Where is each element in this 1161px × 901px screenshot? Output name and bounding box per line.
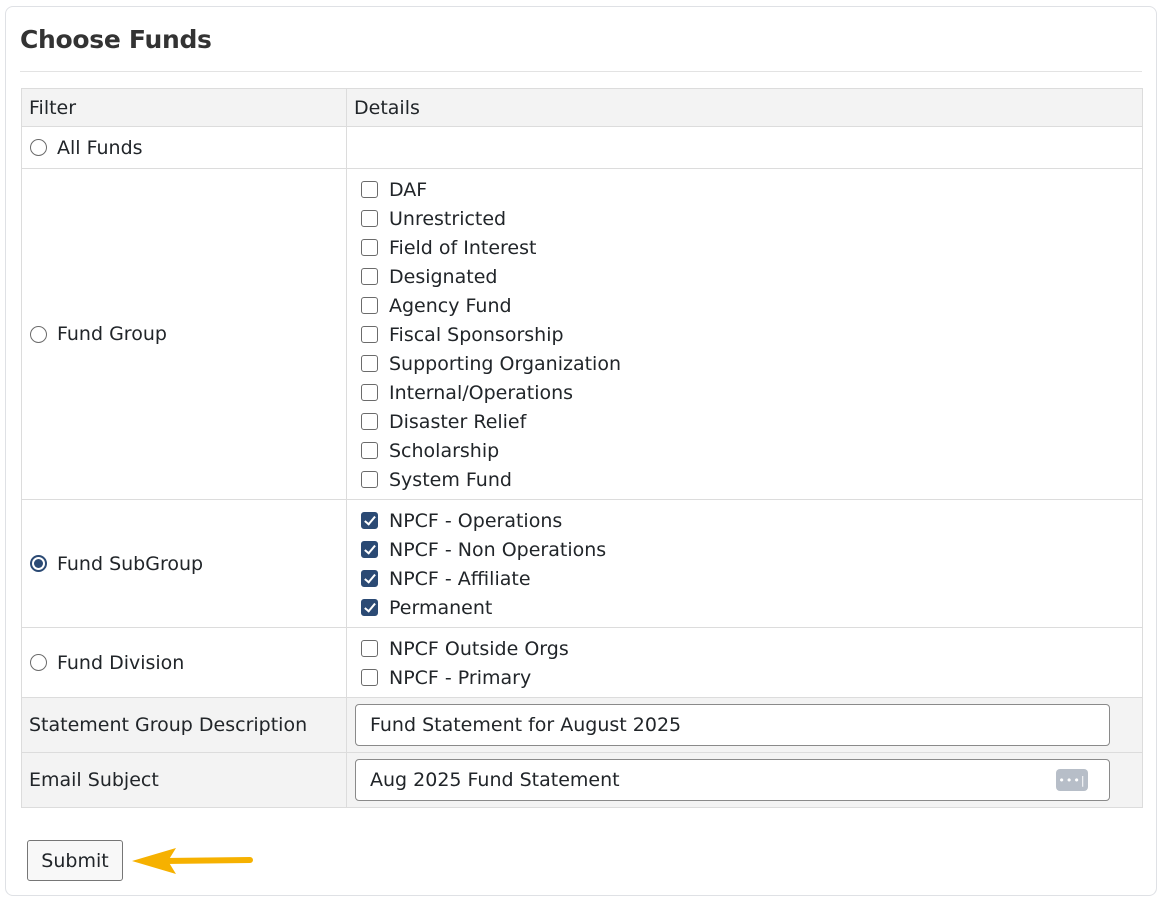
checkbox-checked[interactable] — [361, 599, 378, 616]
fund-group-option-disaster-relief[interactable]: Disaster Relief — [361, 407, 1142, 436]
checkbox[interactable] — [361, 442, 378, 459]
checkbox[interactable] — [361, 413, 378, 430]
checkbox-label: NPCF - Non Operations — [389, 538, 607, 561]
fund-subgroup-checkbox-list: NPCF - Operations NPCF - Non Operations … — [354, 500, 1142, 627]
fund-group-radio[interactable] — [30, 325, 47, 343]
fund-subgroup-option-npcf-affiliate[interactable]: NPCF - Affiliate — [361, 564, 1142, 593]
checkbox[interactable] — [361, 355, 378, 372]
checkbox[interactable] — [361, 326, 378, 343]
checkbox[interactable] — [361, 471, 378, 488]
checkbox-label: NPCF Outside Orgs — [389, 637, 569, 660]
email-subject-row: Email Subject •••| — [21, 752, 1143, 808]
fund-division-option-npcf-outside-orgs[interactable]: NPCF Outside Orgs — [361, 634, 1142, 663]
checkbox-label: Scholarship — [389, 439, 500, 462]
fund-subgroup-option-npcf-operations[interactable]: NPCF - Operations — [361, 506, 1142, 535]
fund-group-label: Fund Group — [57, 323, 167, 345]
email-subject-input-wrap: •••| — [355, 759, 1110, 801]
statement-group-input-wrap — [355, 704, 1110, 746]
checkbox[interactable] — [361, 210, 378, 227]
fund-division-cell: Fund Division — [21, 627, 347, 698]
fund-group-checkbox-list: DAF Unrestricted Field of Interest Desig… — [354, 169, 1142, 499]
fund-subgroup-option-npcf-non-operations[interactable]: NPCF - Non Operations — [361, 535, 1142, 564]
checkbox-label: DAF — [389, 178, 428, 201]
table-header-row: Filter Details — [21, 88, 1143, 127]
fund-group-details-cell: DAF Unrestricted Field of Interest Desig… — [346, 168, 1143, 500]
fund-division-radio[interactable] — [30, 654, 47, 671]
checkbox[interactable] — [361, 384, 378, 401]
checkbox-label: Field of Interest — [389, 236, 537, 259]
fund-group-option-system-fund[interactable]: System Fund — [361, 465, 1142, 494]
submit-button[interactable]: Submit — [27, 840, 123, 881]
checkbox-label: System Fund — [389, 468, 512, 491]
fund-group-cell: Fund Group — [21, 168, 347, 500]
fund-subgroup-radio[interactable] — [30, 555, 47, 572]
fund-group-option-supporting-organization[interactable]: Supporting Organization — [361, 349, 1142, 378]
checkbox[interactable] — [361, 297, 378, 314]
checkbox[interactable] — [361, 640, 378, 657]
all-funds-radio-option[interactable]: All Funds — [29, 137, 346, 159]
fund-group-option-daf[interactable]: DAF — [361, 175, 1142, 204]
fund-subgroup-cell: Fund SubGroup — [21, 499, 347, 628]
funds-filter-table: Filter Details All Funds Fund Group DAF … — [21, 88, 1143, 808]
checkbox-label: NPCF - Primary — [389, 666, 532, 689]
checkbox-label: NPCF - Operations — [389, 509, 563, 532]
page-title: Choose Funds — [20, 25, 212, 54]
checkbox-label: Internal/Operations — [389, 381, 574, 404]
statement-group-description-input[interactable] — [355, 704, 1110, 746]
all-funds-cell: All Funds — [21, 126, 347, 169]
details-column-header: Details — [346, 88, 1143, 127]
password-manager-icon[interactable]: •••| — [1056, 769, 1088, 791]
checkbox[interactable] — [361, 181, 378, 198]
fund-group-option-field-of-interest[interactable]: Field of Interest — [361, 233, 1142, 262]
all-funds-label: All Funds — [57, 136, 143, 159]
fund-division-row: Fund Division NPCF Outside Orgs NPCF - P… — [21, 627, 1143, 698]
fund-subgroup-radio-option[interactable]: Fund SubGroup — [29, 553, 346, 575]
fund-division-label: Fund Division — [57, 651, 185, 674]
checkbox-checked[interactable] — [361, 570, 378, 587]
fund-division-details-cell: NPCF Outside Orgs NPCF - Primary — [346, 627, 1143, 698]
choose-funds-card: Choose Funds Filter Details All Funds Fu… — [5, 6, 1157, 896]
fund-group-option-internal-operations[interactable]: Internal/Operations — [361, 378, 1142, 407]
checkbox-checked[interactable] — [361, 512, 378, 529]
checkbox-label: Permanent — [389, 596, 493, 619]
arrow-left-icon — [132, 848, 253, 874]
all-funds-radio[interactable] — [30, 139, 47, 156]
email-subject-input-cell: •••| — [346, 752, 1143, 808]
all-funds-details-cell — [346, 126, 1143, 169]
checkbox-label: Unrestricted — [389, 207, 507, 230]
checkbox[interactable] — [361, 239, 378, 256]
checkbox-checked[interactable] — [361, 541, 378, 558]
checkbox[interactable] — [361, 669, 378, 686]
fund-division-radio-option[interactable]: Fund Division — [29, 652, 346, 674]
filter-column-header: Filter — [21, 88, 347, 127]
checkbox-label: Disaster Relief — [389, 410, 527, 433]
checkbox-label: Fiscal Sponsorship — [389, 323, 564, 346]
statement-group-row: Statement Group Description — [21, 697, 1143, 753]
fund-subgroup-label: Fund SubGroup — [57, 552, 204, 575]
fund-group-option-agency-fund[interactable]: Agency Fund — [361, 291, 1142, 320]
fund-group-radio-option[interactable]: Fund Group — [29, 323, 346, 345]
fund-group-option-designated[interactable]: Designated — [361, 262, 1142, 291]
statement-group-input-cell — [346, 697, 1143, 753]
arrow-shaft — [161, 857, 253, 864]
email-subject-label: Email Subject — [21, 752, 347, 808]
title-divider — [20, 71, 1142, 72]
statement-group-label: Statement Group Description — [21, 697, 347, 753]
checkbox-label: NPCF - Affiliate — [389, 567, 531, 590]
all-funds-row: All Funds — [21, 126, 1143, 169]
fund-subgroup-option-permanent[interactable]: Permanent — [361, 593, 1142, 622]
fund-subgroup-row: Fund SubGroup NPCF - Operations NPCF - N… — [21, 499, 1143, 628]
checkbox-label: Supporting Organization — [389, 352, 621, 375]
checkbox[interactable] — [361, 268, 378, 285]
checkbox-label: Designated — [389, 265, 498, 288]
fund-group-row: Fund Group DAF Unrestricted Field of Int… — [21, 168, 1143, 500]
fund-division-checkbox-list: NPCF Outside Orgs NPCF - Primary — [354, 628, 1142, 697]
email-subject-input[interactable] — [355, 759, 1110, 801]
fund-division-option-npcf-primary[interactable]: NPCF - Primary — [361, 663, 1142, 692]
fund-group-option-scholarship[interactable]: Scholarship — [361, 436, 1142, 465]
fund-group-option-unrestricted[interactable]: Unrestricted — [361, 204, 1142, 233]
checkbox-label: Agency Fund — [389, 294, 512, 317]
fund-subgroup-details-cell: NPCF - Operations NPCF - Non Operations … — [346, 499, 1143, 628]
fund-group-option-fiscal-sponsorship[interactable]: Fiscal Sponsorship — [361, 320, 1142, 349]
